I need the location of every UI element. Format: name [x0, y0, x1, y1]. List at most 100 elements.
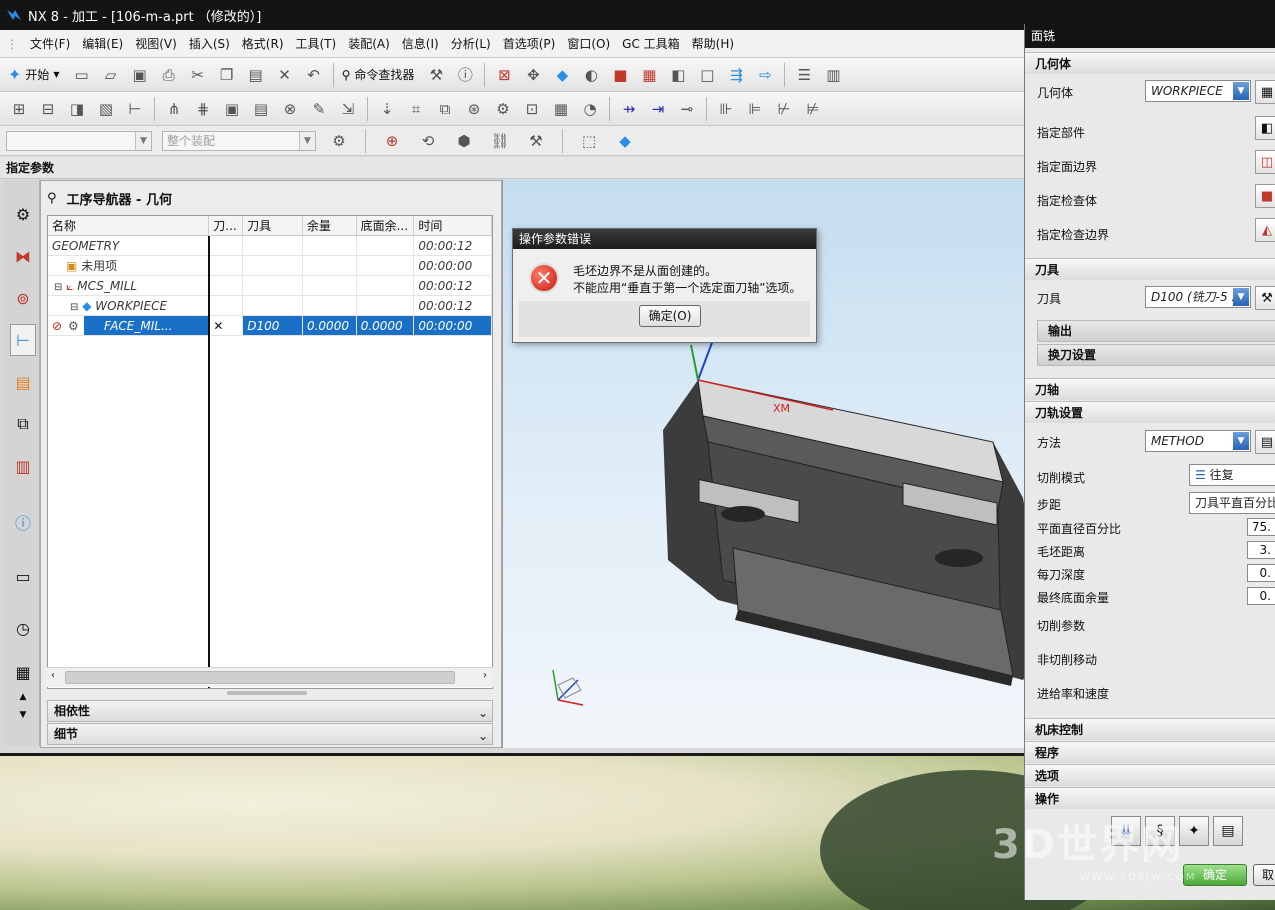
create-geometry-icon[interactable]: ◨	[64, 96, 90, 122]
scroll-right-icon[interactable]: ›	[483, 670, 487, 681]
paste-icon[interactable]: ▤	[243, 62, 269, 88]
workflow-icon[interactable]: ⊡	[519, 96, 545, 122]
details-panel-header[interactable]: 细节 ⌄	[47, 723, 493, 745]
delete-toolpath-icon[interactable]: ⊗	[277, 96, 303, 122]
scroll-up-icon[interactable]: ▲	[10, 690, 36, 704]
machine-icon[interactable]: ⚙	[490, 96, 516, 122]
process-icon[interactable]: ◔	[577, 96, 603, 122]
list-icon[interactable]: ▤	[1213, 816, 1243, 846]
selection-scope-combo[interactable]: 整个装配 ▼	[162, 130, 316, 151]
delete-icon[interactable]: ✕	[272, 62, 298, 88]
menu-tools[interactable]: 工具(T)	[290, 33, 343, 55]
dialog-cancel-button[interactable]: 取	[1253, 864, 1275, 886]
render-style-icon[interactable]: ◐	[578, 62, 604, 88]
replay-icon[interactable]: ▣	[219, 96, 245, 122]
shop-doc-icon[interactable]: ⌗	[403, 96, 429, 122]
column-time[interactable]: 时间	[414, 216, 492, 235]
specify-check-body-icon[interactable]: ■	[1255, 184, 1275, 208]
generate-toolpath-icon[interactable]: ⋔	[161, 96, 187, 122]
open-folder-icon[interactable]: ▱	[98, 62, 124, 88]
list-toolpath-icon[interactable]: ▤	[248, 96, 274, 122]
snap-point-icon[interactable]: ⊕	[379, 128, 405, 154]
wrench-icon[interactable]: ⚒	[423, 62, 449, 88]
pan-icon[interactable]: ✥	[520, 62, 546, 88]
column-tool-change[interactable]: 刀...	[209, 216, 244, 235]
start-button[interactable]: ✦ 开始 ▼	[6, 65, 66, 84]
specify-part-icon[interactable]: ◧	[1255, 116, 1275, 140]
pin-icon[interactable]: ⚲	[47, 191, 57, 206]
info-select-icon[interactable]: ⓘ	[452, 62, 478, 88]
machine-tool-navigator-icon[interactable]: ▤	[10, 366, 36, 398]
menu-information[interactable]: 信息(I)	[396, 33, 445, 55]
menu-preferences[interactable]: 首选项(P)	[497, 33, 562, 55]
layer-icon[interactable]: ☰	[791, 62, 817, 88]
collapse-icon[interactable]: ⊟	[70, 302, 78, 313]
red-cube-icon[interactable]: ■	[607, 62, 633, 88]
tool-change-subsection[interactable]: 换刀设置	[1037, 344, 1275, 366]
stepover-combo[interactable]: 刀具平直百分比	[1189, 492, 1275, 514]
create-operation-icon[interactable]: ⊢	[122, 96, 148, 122]
filter-pipe-icon[interactable]: ⊸	[674, 96, 700, 122]
new-file-icon[interactable]: ▭	[69, 62, 95, 88]
cut-icon[interactable]: ✂	[185, 62, 211, 88]
print-icon[interactable]: ⎙	[156, 62, 182, 88]
table-row[interactable]: GEOMETRY 00:00:12	[48, 236, 492, 256]
section-program[interactable]: 程序	[1025, 741, 1275, 763]
menu-help[interactable]: 帮助(H)	[686, 33, 740, 55]
table-row[interactable]: ⊟ ◆ WORKPIECE 00:00:12	[48, 296, 492, 316]
assembly-nav-icon[interactable]: ⊪	[713, 96, 739, 122]
select-all-icon[interactable]: ⚙	[326, 128, 352, 154]
create-method-icon[interactable]: ▧	[93, 96, 119, 122]
final-floor-stock-input[interactable]: 0.	[1247, 587, 1275, 605]
output-subsection[interactable]: 输出	[1037, 320, 1275, 342]
operation-navigator-icon[interactable]: ⊢	[10, 324, 36, 356]
column-stock[interactable]: 余量	[303, 216, 357, 235]
undo-icon[interactable]: ↶	[301, 62, 327, 88]
menu-file[interactable]: 文件(F)	[24, 33, 76, 55]
background-color-icon[interactable]: □	[694, 62, 720, 88]
select-blue-arrow-icon[interactable]: ⇥	[645, 96, 671, 122]
add-feature-icon[interactable]: ⊭	[800, 96, 826, 122]
section-tool[interactable]: 刀具	[1025, 258, 1275, 280]
section-options[interactable]: 选项	[1025, 764, 1275, 786]
dependency-panel-header[interactable]: 相依性 ⌄	[47, 700, 493, 722]
type-filter-combo[interactable]: ▼	[6, 130, 152, 151]
verify-icon[interactable]: ✦	[1179, 816, 1209, 846]
create-tool-icon[interactable]: ⊟	[35, 96, 61, 122]
scroll-down-icon[interactable]: ▼	[10, 708, 36, 722]
menu-format[interactable]: 格式(R)	[236, 33, 290, 55]
edit-method-icon[interactable]: ▤	[1255, 430, 1275, 454]
specify-check-boundary-icon[interactable]: ◭	[1255, 218, 1275, 242]
select-arrow-icon[interactable]: ⇸	[616, 96, 642, 122]
wcs-icon[interactable]: ⇶	[723, 62, 749, 88]
menu-window[interactable]: 窗口(O)	[561, 33, 616, 55]
blank-distance-input[interactable]: 3.	[1247, 541, 1275, 559]
shaded-cube-icon[interactable]: ◆	[549, 62, 575, 88]
cut-pattern-combo[interactable]: ☰ 往复	[1189, 464, 1275, 486]
menu-insert[interactable]: 插入(S)	[183, 33, 236, 55]
geometry-combo[interactable]: WORKPIECE ▼	[1145, 80, 1251, 102]
roles-icon[interactable]: ▦	[10, 656, 36, 688]
fit-view-icon[interactable]: ⊠	[491, 62, 517, 88]
menu-assemblies[interactable]: 装配(A)	[342, 33, 396, 55]
doc-icon[interactable]: ▦	[548, 96, 574, 122]
edit-geometry-icon[interactable]: ▦	[1255, 80, 1275, 104]
feature-navigator-icon[interactable]: ⧉	[10, 408, 36, 440]
scroll-thumb[interactable]	[65, 671, 455, 684]
ok-button[interactable]: 确定(O)	[639, 305, 701, 327]
history-clock-icon[interactable]: ◷	[10, 612, 36, 644]
column-floor-stock[interactable]: 底面余...	[357, 216, 415, 235]
tool-combo[interactable]: D100 (铣刀-5 : ▼	[1145, 286, 1251, 308]
splitter-handle[interactable]	[227, 691, 307, 695]
collapse-icon[interactable]: ⊟	[54, 282, 62, 293]
section-cube-icon[interactable]: ◧	[665, 62, 691, 88]
column-tool[interactable]: 刀具	[243, 216, 303, 235]
copy-icon[interactable]: ❐	[214, 62, 240, 88]
wcs-move-icon[interactable]: ⇨	[752, 62, 778, 88]
section-actions[interactable]: 操作	[1025, 787, 1275, 809]
flat-diameter-input[interactable]: 75.	[1247, 518, 1275, 536]
layer-settings-icon[interactable]: ▥	[820, 62, 846, 88]
command-finder-button[interactable]: ⚲ 命令查找器	[340, 66, 421, 83]
save-icon[interactable]: ▣	[127, 62, 153, 88]
depth-per-cut-input[interactable]: 0.	[1247, 564, 1275, 582]
